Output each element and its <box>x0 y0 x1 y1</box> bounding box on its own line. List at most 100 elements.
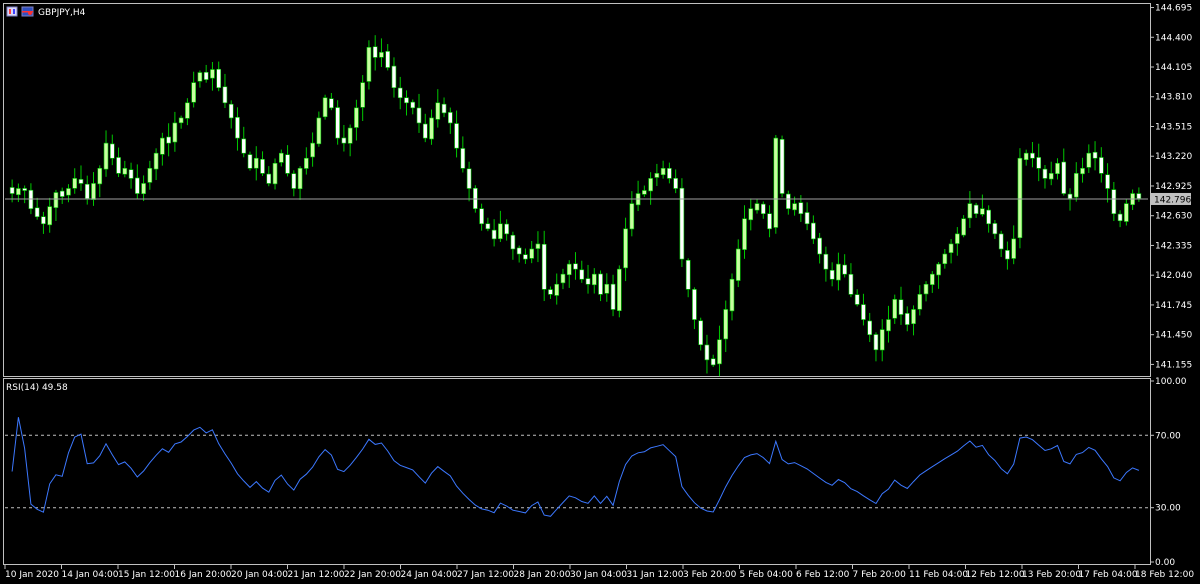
bear-candle <box>992 223 998 235</box>
bull-candle <box>961 218 966 236</box>
bear-candle <box>203 71 209 80</box>
bear-candle <box>760 203 766 214</box>
bull-candle <box>1086 152 1092 168</box>
bull-candle <box>792 203 797 211</box>
bear-candle <box>904 313 910 325</box>
bear-candle <box>504 223 509 235</box>
bull-candle <box>1017 157 1023 239</box>
bear-candle <box>1030 152 1035 159</box>
price-tick-label: 142.630 <box>1155 212 1192 222</box>
bear-candle <box>1105 174 1110 189</box>
bull-candle <box>566 263 572 276</box>
bull-candle <box>1048 173 1054 180</box>
bear-candle <box>454 123 459 149</box>
bear-candle <box>34 207 40 218</box>
bear-candle <box>585 278 591 285</box>
bear-candle <box>385 51 391 68</box>
bull-candle <box>529 248 534 259</box>
bear-candle <box>235 117 240 139</box>
bull-candle <box>1011 238 1016 259</box>
bull-candle <box>278 152 284 163</box>
bull-candle <box>147 168 153 183</box>
bear-candle <box>460 148 466 169</box>
bear-candle <box>704 344 710 361</box>
chart-window[interactable]: GBPJPY,H4 144.695 144.400 144.105 143.810 14… <box>0 0 1200 584</box>
bear-candle <box>222 86 228 104</box>
rsi-tick-label: 30.00 <box>1155 504 1181 514</box>
bull-candle <box>310 142 315 158</box>
bull-candle <box>141 183 146 195</box>
bear-candle <box>516 247 522 255</box>
bull-candle <box>742 218 747 250</box>
bear-candle <box>247 154 253 169</box>
bear-candle <box>1067 193 1073 199</box>
time-tick-label: 21 Jan 12:00 <box>288 570 345 580</box>
rsi-tick-label: 70.00 <box>1155 431 1181 441</box>
bear-candle <box>673 178 678 189</box>
bear-candle <box>1117 213 1123 222</box>
bear-candle <box>823 253 829 270</box>
bull-candle <box>160 137 165 155</box>
bear-candle <box>986 209 991 225</box>
bull-candle <box>354 107 359 128</box>
bear-candle <box>479 208 484 225</box>
bear-candle <box>973 204 979 214</box>
bear-candle <box>779 139 785 194</box>
bull-candle <box>53 192 59 208</box>
bull-candle <box>936 263 941 276</box>
price-tick-label: 143.220 <box>1155 152 1192 162</box>
bear-candle <box>854 294 860 305</box>
bull-candle <box>178 117 184 124</box>
bear-candle <box>1092 151 1098 159</box>
bear-candle <box>422 123 428 139</box>
bear-candle <box>266 173 272 184</box>
bear-candle <box>548 289 553 295</box>
bear-candle <box>78 179 84 184</box>
bear-candle <box>84 183 90 199</box>
bull-candle <box>942 253 948 265</box>
bull-candle <box>911 309 916 325</box>
bull-candle <box>297 168 303 190</box>
bear-candle <box>1111 189 1117 214</box>
bear-candle <box>397 87 403 99</box>
bear-candle <box>667 168 672 179</box>
currency-flags-icon <box>21 6 34 17</box>
bull-candle <box>955 233 960 244</box>
price-tick-label: 144.400 <box>1155 33 1192 43</box>
bear-candle <box>9 187 15 194</box>
time-tick-label: 5 Feb 04:00 <box>740 570 794 580</box>
chart-window-icon <box>6 6 18 17</box>
time-tick-label: 6 Feb 12:00 <box>796 570 850 580</box>
bear-candle <box>1042 168 1048 179</box>
bull-candle <box>735 248 741 281</box>
bear-candle <box>216 68 221 88</box>
bull-candle <box>153 152 159 170</box>
bear-candle <box>898 299 904 315</box>
current-price-label: 142.796 <box>1154 195 1191 205</box>
bull-candle <box>103 142 109 170</box>
bear-candle <box>491 229 497 240</box>
bear-candle <box>135 177 140 194</box>
bear-candle <box>372 46 378 58</box>
bull-candle <box>591 273 597 286</box>
bear-candle <box>573 263 578 270</box>
bear-candle <box>466 168 472 189</box>
time-tick-label: 12 Feb 12:00 <box>966 570 1025 580</box>
rsi-tick-label: 0.00 <box>1155 558 1175 568</box>
bull-candle <box>917 294 923 310</box>
bear-candle <box>109 143 115 159</box>
bull-candle <box>729 278 735 312</box>
bear-candle <box>767 213 772 230</box>
bull-candle <box>886 319 891 332</box>
bull-candle <box>879 329 885 351</box>
rsi-tick-label: 100.00 <box>1155 377 1187 387</box>
bear-candle <box>510 234 516 250</box>
bear-candle <box>128 169 134 179</box>
bear-candle <box>817 237 822 255</box>
bear-candle <box>523 254 528 260</box>
price-tick-label: 143.515 <box>1155 122 1192 132</box>
bull-candle <box>66 188 71 196</box>
bull-candle <box>304 157 309 169</box>
price-tick-label: 142.335 <box>1155 241 1192 251</box>
bear-candle <box>22 188 27 191</box>
